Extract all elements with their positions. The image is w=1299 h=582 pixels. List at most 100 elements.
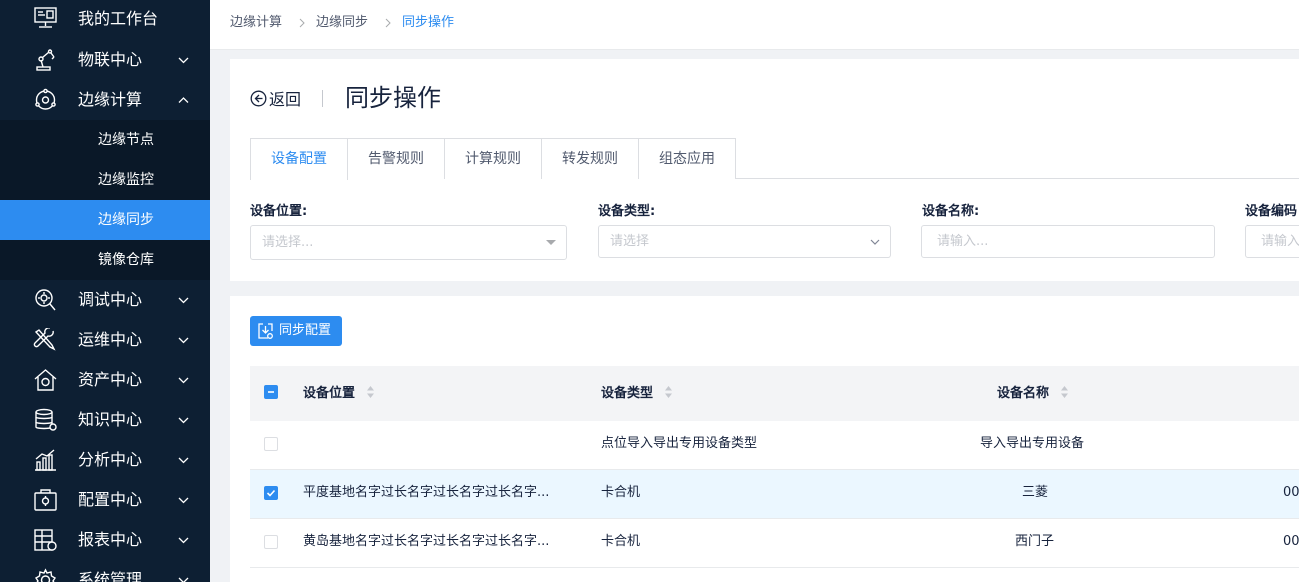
sidebar-item-asset[interactable]: 资产中心 [0, 360, 210, 400]
asset-house-icon [33, 368, 58, 392]
breadcrumb [210, 0, 1299, 50]
sidebar-item-label: 配置中心 [78, 490, 143, 509]
filter-label-location: 设备位置: [250, 204, 308, 219]
breadcrumb-item-current: 同步操作 [402, 15, 455, 30]
chevron-right-icon [299, 18, 305, 28]
sidebar-item-debug[interactable]: 调试中心 [0, 280, 210, 320]
indeterminate-icon [268, 391, 274, 393]
row-checkbox[interactable] [264, 486, 278, 500]
bar-chart-icon [33, 448, 58, 472]
column-header-location[interactable]: 设备位置 [303, 366, 355, 421]
chevron-down-icon [178, 415, 189, 426]
cell-type: 卡合机 [601, 485, 641, 500]
cell-name: 三菱 [1022, 485, 1049, 500]
sort-icon[interactable] [366, 385, 375, 399]
breadcrumb-item-sync[interactable]: 边缘同步 [316, 0, 368, 46]
row-checkbox[interactable] [264, 437, 278, 451]
tools-icon [33, 328, 58, 352]
cell-name: 西门子 [1015, 534, 1055, 549]
sidebar-item-analysis[interactable]: 分析中心 [0, 440, 210, 480]
tab-config-apps[interactable]: 组态应用 [638, 138, 736, 179]
tab-compute-rules[interactable]: 计算规则 [444, 138, 542, 179]
row-checkbox[interactable] [264, 535, 278, 549]
chevron-down-icon [178, 375, 189, 386]
sidebar-subitem-edge-monitor[interactable]: 边缘监控 [0, 160, 210, 200]
tab-device-config[interactable]: 设备配置 [250, 138, 348, 180]
sort-icon[interactable] [664, 385, 673, 399]
search-debug-icon [33, 288, 58, 312]
caret-down-icon [546, 240, 556, 245]
chevron-down-icon [870, 239, 880, 245]
sidebar-item-config[interactable]: 配置中心 [0, 480, 210, 520]
config-box-icon [33, 488, 58, 512]
sidebar-item-report[interactable]: 报表中心 [0, 520, 210, 560]
monitor-icon [33, 6, 58, 30]
cell-code: 00 [1283, 534, 1299, 549]
sidebar-subitem-edge-node[interactable]: 边缘节点 [0, 120, 210, 160]
sidebar: 我的工作台 物联中心 边缘计算 边缘节点 边缘监控 边缘同步 镜像仓库 调试中心… [0, 0, 210, 582]
sidebar-item-knowledge[interactable]: 知识中心 [0, 400, 210, 440]
sidebar-item-label: 物联中心 [78, 50, 143, 69]
filter-label-type: 设备类型: [598, 204, 656, 219]
tab-forward-rules[interactable]: 转发规则 [541, 138, 639, 179]
sync-config-button[interactable]: 同步配置 [250, 316, 342, 346]
check-icon [266, 489, 276, 497]
back-arrow-icon [250, 90, 267, 106]
sidebar-item-edge[interactable]: 边缘计算 [0, 80, 210, 120]
chevron-down-icon [178, 295, 189, 306]
chevron-up-icon [178, 95, 189, 106]
chevron-down-icon [178, 455, 189, 466]
chevron-down-icon [178, 575, 189, 582]
sidebar-item-label: 我的工作台 [78, 9, 159, 28]
chevron-down-icon [178, 535, 189, 546]
cell-code: 00 [1283, 485, 1299, 500]
sidebar-item-label: 调试中心 [78, 290, 143, 309]
title-divider [322, 90, 323, 107]
download-sync-icon [258, 323, 273, 339]
sidebar-item-label: 运维中心 [78, 330, 143, 349]
database-icon [33, 408, 58, 432]
location-select[interactable]: 请选择... [250, 225, 567, 260]
tab-alarm-rules[interactable]: 告警规则 [347, 138, 445, 179]
sidebar-item-ops[interactable]: 运维中心 [0, 320, 210, 360]
sidebar-submenu-edge: 边缘节点 边缘监控 边缘同步 镜像仓库 [0, 120, 210, 280]
sidebar-item-workbench[interactable]: 我的工作台 [0, 0, 210, 40]
sidebar-item-label: 报表中心 [78, 530, 143, 549]
cell-name: 导入导出专用设备 [980, 436, 1085, 451]
page-title: 同步操作 [345, 84, 441, 112]
cell-type: 卡合机 [601, 534, 641, 549]
chevron-down-icon [178, 335, 189, 346]
name-input[interactable]: 请输入... [921, 225, 1215, 258]
table-row[interactable] [250, 421, 1299, 470]
cell-location: 平度基地名字过长名字过长名字过长名字... [303, 485, 550, 500]
type-select[interactable]: 请选择 [598, 225, 891, 258]
code-input[interactable]: 请输入 [1245, 225, 1299, 258]
back-label: 返回 [269, 90, 302, 109]
filter-label-name: 设备名称: [922, 204, 980, 219]
sidebar-item-label: 边缘计算 [78, 90, 143, 109]
cell-location: 黄岛基地名字过长名字过长名字过长名字... [303, 534, 550, 549]
sidebar-item-system[interactable]: 系统管理 [0, 560, 210, 582]
sidebar-item-label: 知识中心 [78, 410, 143, 429]
breadcrumb-item-edge[interactable]: 边缘计算 [230, 0, 282, 46]
back-button[interactable]: 返回 [250, 87, 301, 109]
robot-arm-icon [33, 48, 58, 72]
sidebar-item-iot[interactable]: 物联中心 [0, 40, 210, 80]
sidebar-subitem-edge-sync[interactable]: 边缘同步 [0, 200, 210, 240]
column-header-name[interactable]: 设备名称 [997, 366, 1049, 421]
chevron-down-icon [178, 55, 189, 66]
chevron-down-icon [178, 495, 189, 506]
edge-compute-icon [33, 88, 58, 112]
report-icon [33, 528, 58, 552]
sidebar-subitem-image-repo[interactable]: 镜像仓库 [0, 240, 210, 280]
column-header-type[interactable]: 设备类型 [601, 366, 653, 421]
chevron-right-icon [385, 18, 391, 28]
sidebar-item-label: 资产中心 [78, 370, 143, 389]
gear-icon [33, 568, 58, 582]
sidebar-item-label: 系统管理 [78, 570, 143, 582]
sort-icon[interactable] [1060, 385, 1069, 399]
select-all-checkbox[interactable] [264, 385, 278, 399]
filter-label-code: 设备编码 [1245, 204, 1298, 219]
sidebar-item-label: 分析中心 [78, 450, 143, 469]
cell-type: 点位导入导出专用设备类型 [601, 436, 758, 451]
